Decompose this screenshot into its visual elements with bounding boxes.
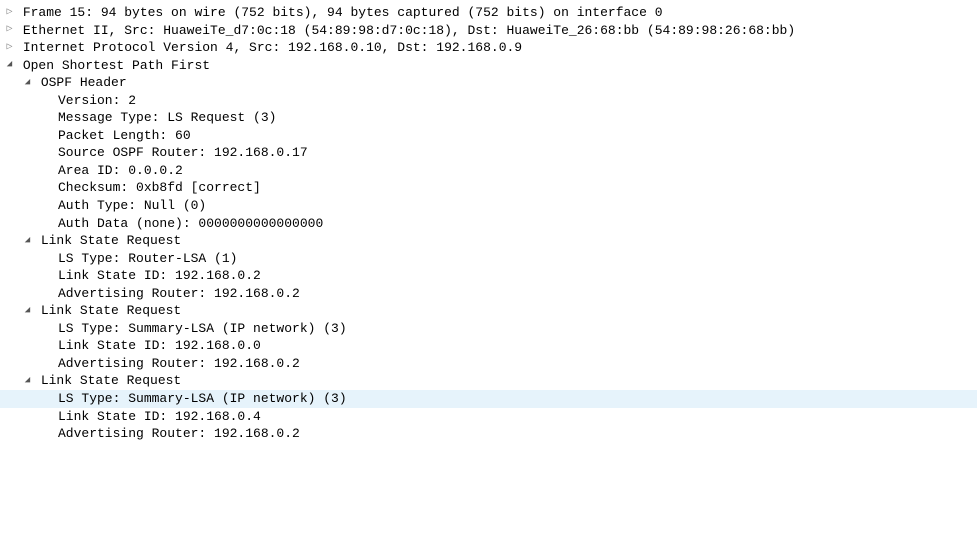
ospf-msgtype-row[interactable]: Message Type: LS Request (3)	[0, 109, 977, 127]
expand-icon[interactable]	[4, 41, 15, 55]
ospf-length-text: Packet Length: 60	[58, 128, 191, 143]
collapse-icon[interactable]	[22, 76, 33, 90]
lsr1-row[interactable]: Link State Request	[0, 232, 977, 250]
lsr1-id-text: Link State ID: 192.168.0.2	[58, 268, 261, 283]
lsr2-id-text: Link State ID: 192.168.0.0	[58, 338, 261, 353]
lsr2-row[interactable]: Link State Request	[0, 302, 977, 320]
lsr2-type-text: LS Type: Summary-LSA (IP network) (3)	[58, 321, 347, 336]
ospf-auth-type-row[interactable]: Auth Type: Null (0)	[0, 197, 977, 215]
ospf-header-row[interactable]: OSPF Header	[0, 74, 977, 92]
lsr3-row[interactable]: Link State Request	[0, 372, 977, 390]
lsr3-type-row[interactable]: LS Type: Summary-LSA (IP network) (3)	[0, 390, 977, 408]
lsr3-type-text: LS Type: Summary-LSA (IP network) (3)	[58, 391, 347, 406]
ospf-version-text: Version: 2	[58, 93, 136, 108]
lsr2-label: Link State Request	[41, 303, 181, 318]
ospf-summary-text: Open Shortest Path First	[23, 58, 210, 73]
lsr3-id-text: Link State ID: 192.168.0.4	[58, 409, 261, 424]
ospf-auth-data-text: Auth Data (none): 0000000000000000	[58, 216, 323, 231]
ospf-area-id-row[interactable]: Area ID: 0.0.0.2	[0, 162, 977, 180]
lsr1-adv-row[interactable]: Advertising Router: 192.168.0.2	[0, 285, 977, 303]
expand-icon[interactable]	[4, 23, 15, 37]
lsr1-type-text: LS Type: Router-LSA (1)	[58, 251, 237, 266]
ospf-length-row[interactable]: Packet Length: 60	[0, 127, 977, 145]
ospf-header-label: OSPF Header	[41, 75, 127, 90]
ospf-area-id-text: Area ID: 0.0.0.2	[58, 163, 183, 178]
collapse-icon[interactable]	[22, 304, 33, 318]
ospf-msgtype-text: Message Type: LS Request (3)	[58, 110, 276, 125]
lsr3-label: Link State Request	[41, 373, 181, 388]
lsr1-adv-text: Advertising Router: 192.168.0.2	[58, 286, 300, 301]
lsr3-adv-row[interactable]: Advertising Router: 192.168.0.2	[0, 425, 977, 443]
ospf-version-row[interactable]: Version: 2	[0, 92, 977, 110]
lsr3-adv-text: Advertising Router: 192.168.0.2	[58, 426, 300, 441]
ip-summary-row[interactable]: Internet Protocol Version 4, Src: 192.16…	[0, 39, 977, 57]
lsr2-adv-text: Advertising Router: 192.168.0.2	[58, 356, 300, 371]
lsr2-id-row[interactable]: Link State ID: 192.168.0.0	[0, 337, 977, 355]
ospf-source-router-text: Source OSPF Router: 192.168.0.17	[58, 145, 308, 160]
ospf-auth-data-row[interactable]: Auth Data (none): 0000000000000000	[0, 215, 977, 233]
ethernet-summary-row[interactable]: Ethernet II, Src: HuaweiTe_d7:0c:18 (54:…	[0, 22, 977, 40]
ospf-checksum-row[interactable]: Checksum: 0xb8fd [correct]	[0, 179, 977, 197]
ospf-summary-row[interactable]: Open Shortest Path First	[0, 57, 977, 75]
lsr2-type-row[interactable]: LS Type: Summary-LSA (IP network) (3)	[0, 320, 977, 338]
collapse-icon[interactable]	[22, 234, 33, 248]
ip-summary-text: Internet Protocol Version 4, Src: 192.16…	[23, 40, 522, 55]
packet-details-tree: Frame 15: 94 bytes on wire (752 bits), 9…	[0, 4, 977, 443]
frame-summary-row[interactable]: Frame 15: 94 bytes on wire (752 bits), 9…	[0, 4, 977, 22]
lsr2-adv-row[interactable]: Advertising Router: 192.168.0.2	[0, 355, 977, 373]
expand-icon[interactable]	[4, 6, 15, 20]
lsr1-type-row[interactable]: LS Type: Router-LSA (1)	[0, 250, 977, 268]
lsr1-id-row[interactable]: Link State ID: 192.168.0.2	[0, 267, 977, 285]
frame-summary-text: Frame 15: 94 bytes on wire (752 bits), 9…	[23, 5, 663, 20]
collapse-icon[interactable]	[4, 58, 15, 72]
lsr3-id-row[interactable]: Link State ID: 192.168.0.4	[0, 408, 977, 426]
ethernet-summary-text: Ethernet II, Src: HuaweiTe_d7:0c:18 (54:…	[23, 23, 795, 38]
ospf-source-router-row[interactable]: Source OSPF Router: 192.168.0.17	[0, 144, 977, 162]
collapse-icon[interactable]	[22, 374, 33, 388]
ospf-checksum-text: Checksum: 0xb8fd [correct]	[58, 180, 261, 195]
lsr1-label: Link State Request	[41, 233, 181, 248]
ospf-auth-type-text: Auth Type: Null (0)	[58, 198, 206, 213]
